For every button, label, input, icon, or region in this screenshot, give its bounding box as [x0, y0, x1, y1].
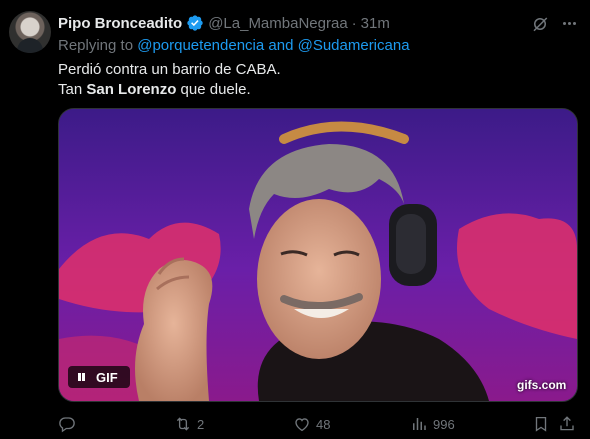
- tweet-text-line: Perdió contra un barrio de CABA.: [58, 61, 281, 78]
- bookmark-icon: [535, 416, 547, 432]
- timestamp[interactable]: 31m: [361, 15, 390, 32]
- gif-frame: [59, 109, 577, 401]
- reply-button[interactable]: [58, 414, 81, 434]
- gif-label: GIF: [96, 369, 118, 385]
- tweet-header: Pipo Bronceadito @La_MambaNegraa · 31m: [58, 12, 390, 34]
- views-icon: [413, 418, 426, 430]
- author-handle[interactable]: @La_MambaNegraa: [208, 15, 347, 32]
- text-part: que duele.: [180, 81, 251, 98]
- like-button[interactable]: 48: [293, 414, 330, 434]
- mention-link[interactable]: @Sudamericana: [298, 37, 410, 54]
- replying-to: Replying to @porquetendencia and @Sudame…: [58, 37, 410, 54]
- like-count: 48: [316, 416, 331, 432]
- bookmark-button[interactable]: [532, 414, 550, 434]
- retweet-icon: [176, 417, 190, 431]
- views-button[interactable]: 996: [410, 414, 455, 434]
- retweet-count: 2: [197, 416, 205, 432]
- replying-prefix: Replying to: [58, 37, 134, 54]
- more-icon[interactable]: [558, 13, 580, 33]
- share-button[interactable]: [558, 414, 576, 434]
- text-bold: San Lorenzo: [86, 81, 177, 98]
- verified-icon: [187, 15, 203, 31]
- mention-and[interactable]: and: [268, 37, 293, 54]
- gif-badge[interactable]: GIF: [68, 366, 130, 388]
- share-icon: [560, 416, 574, 431]
- gif-media[interactable]: [58, 108, 578, 402]
- action-bar: 2 48 996: [58, 414, 578, 434]
- retweet-button[interactable]: 2: [174, 414, 204, 434]
- author-name[interactable]: Pipo Bronceadito: [58, 15, 182, 32]
- tweet-text: Perdió contra un barrio de CABA. Tan San…: [58, 60, 281, 100]
- grok-icon[interactable]: [531, 15, 549, 33]
- views-count: 996: [433, 416, 455, 432]
- text-part: Tan: [58, 81, 83, 98]
- like-icon: [295, 418, 309, 432]
- tweet-text-line: Tan San Lorenzo que duele.: [58, 80, 281, 100]
- pause-icon[interactable]: [76, 372, 88, 382]
- reply-icon: [59, 417, 75, 433]
- gif-watermark: gifs.com: [517, 378, 567, 392]
- separator-dot: ·: [351, 14, 357, 32]
- tweet[interactable]: Pipo Bronceadito @La_MambaNegraa · 31m R…: [0, 0, 590, 439]
- mention-link[interactable]: @porquetendencia: [137, 37, 264, 54]
- avatar[interactable]: [9, 11, 51, 53]
